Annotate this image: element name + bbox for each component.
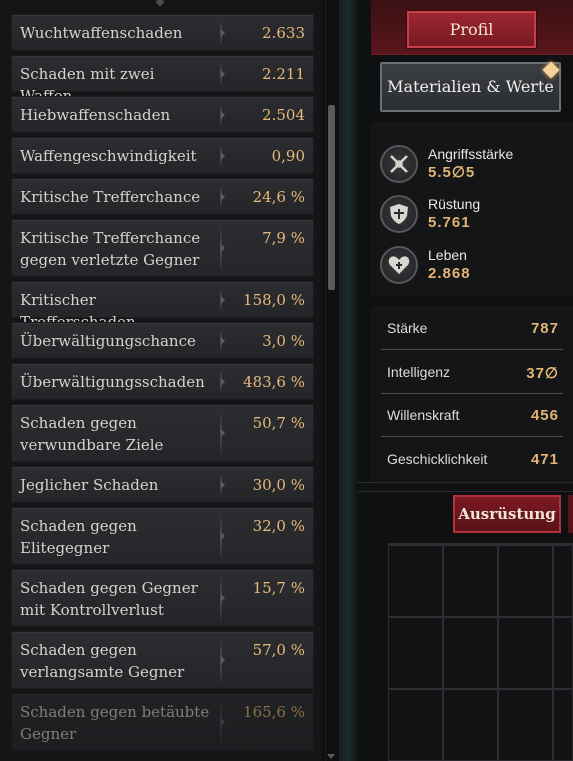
next-tab-edge[interactable] bbox=[568, 495, 573, 533]
stat-row[interactable]: Kritischer Trefferschaden158,0 % bbox=[11, 281, 314, 331]
core-stat-value: 787 bbox=[530, 320, 559, 337]
stat-row[interactable]: Überwältigungschance 3,0 % bbox=[11, 322, 314, 359]
attribute-name: Angriffsstärke bbox=[428, 146, 514, 162]
stat-row[interactable]: Schaden gegen verlangsamte Gegner 57,0 % bbox=[11, 631, 314, 689]
stat-value: 2.211 bbox=[262, 65, 305, 83]
stat-label: Schaden gegen Gegner mit Kontrollverlust bbox=[20, 579, 198, 619]
stat-value: 483,6 % bbox=[243, 373, 305, 391]
stat-row[interactable]: Schaden gegen betäubte Gegner 165,6 % bbox=[11, 693, 314, 751]
attribute-value: 5.5∅5 bbox=[428, 164, 476, 181]
stat-label: Hiebwaffenschaden bbox=[20, 106, 171, 124]
heart-icon bbox=[380, 246, 418, 284]
stat-list: Wuchtwaffenschaden 2.633 Schaden mit zwei… bbox=[11, 14, 316, 755]
stat-label: Überwältigungsschaden bbox=[20, 373, 205, 391]
core-stat-value: 471 bbox=[530, 451, 559, 468]
stat-row[interactable]: Schaden gegen verwundbare Ziele 50,7 % bbox=[11, 404, 314, 462]
stat-row[interactable]: Kritische Trefferchance 24,6 % bbox=[11, 178, 314, 215]
stat-value: 165,6 % bbox=[243, 703, 305, 721]
stat-row[interactable]: Hiebwaffenschaden 2.504 bbox=[11, 96, 314, 133]
core-stat-name: Geschicklichkeit bbox=[387, 451, 488, 467]
stat-label: Schaden gegen betäubte Gegner bbox=[20, 703, 210, 743]
core-stat-name: Intelligenz bbox=[387, 364, 451, 380]
core-stats: Stärke 787 Intelligenz 37∅ Willenskraft … bbox=[371, 306, 573, 484]
stat-value: 3,0 % bbox=[262, 332, 305, 350]
stat-label: Jeglicher Schaden bbox=[20, 476, 159, 494]
stat-row[interactable]: Schaden gegen Elitegegner 32,0 % bbox=[11, 507, 314, 565]
stat-label: Wuchtwaffenschaden bbox=[20, 24, 183, 42]
stat-value: 15,7 % bbox=[252, 579, 305, 597]
attribute-value: 5.761 bbox=[428, 214, 471, 231]
materials-and-stats-button[interactable]: Materialien & Werte bbox=[380, 62, 561, 112]
stat-value: 158,0 % bbox=[243, 291, 305, 309]
attribute-name: Leben bbox=[428, 247, 467, 263]
stat-value: 2.633 bbox=[262, 24, 305, 42]
crossed-swords-icon bbox=[380, 145, 418, 183]
profile-tab[interactable]: Profil bbox=[406, 10, 537, 49]
stat-value: 30,0 % bbox=[252, 476, 305, 494]
stat-row[interactable]: Schaden gegen Gegner mit Kontrollverlust… bbox=[11, 569, 314, 627]
stat-row[interactable]: Schaden mit zwei Waffen2.211 bbox=[11, 55, 314, 105]
stat-row[interactable]: Überwältigungsschaden 483,6 % bbox=[11, 363, 314, 400]
stat-row[interactable]: Waffengeschwindigkeit 0,90 bbox=[11, 137, 314, 174]
core-stat-name: Stärke bbox=[387, 320, 428, 336]
stat-row[interactable]: Wuchtwaffenschaden 2.633 bbox=[11, 14, 314, 51]
core-stat-name: Willenskraft bbox=[387, 407, 460, 423]
inventory-grid[interactable] bbox=[388, 543, 573, 761]
core-stat-value: 37∅ bbox=[526, 365, 559, 382]
scroll-down-arrow-icon[interactable] bbox=[327, 754, 335, 759]
stat-value: 0,90 bbox=[271, 147, 305, 165]
core-stat-intelligence[interactable]: Intelligenz 37∅ bbox=[371, 356, 573, 394]
stat-label: Waffengeschwindigkeit bbox=[20, 147, 197, 165]
core-stat-value: 456 bbox=[530, 407, 559, 424]
stat-row[interactable]: Jeglicher Schaden 30,0 % bbox=[11, 466, 314, 503]
stat-value: 2.504 bbox=[262, 106, 305, 124]
stats-panel: ◆ Wuchtwaffenschaden 2.633 Schaden mit zw… bbox=[0, 0, 322, 761]
scrollbar-thumb[interactable] bbox=[328, 105, 335, 290]
equipment-tab[interactable]: Ausrüstung bbox=[453, 495, 561, 533]
decorative-divider bbox=[357, 482, 573, 492]
stat-value: 24,6 % bbox=[252, 188, 305, 206]
attribute-name: Rüstung bbox=[428, 196, 481, 212]
stat-value: 7,9 % bbox=[262, 229, 305, 247]
core-stat-dexterity[interactable]: Geschicklichkeit 471 bbox=[371, 443, 573, 481]
stat-value: 50,7 % bbox=[252, 414, 305, 432]
stat-label: Kritische Trefferchance gegen verletzte … bbox=[20, 229, 201, 269]
stat-value: 32,0 % bbox=[252, 517, 305, 535]
stat-label: Schaden gegen verlangsamte Gegner bbox=[20, 641, 185, 681]
stat-label: Schaden gegen Elitegegner bbox=[20, 517, 137, 557]
scrollbar[interactable] bbox=[325, 0, 337, 761]
ornament-icon: ◆ bbox=[155, 0, 165, 8]
core-stat-strength[interactable]: Stärke 787 bbox=[371, 312, 573, 350]
decorative-border bbox=[339, 0, 357, 761]
attribute-value: 2.868 bbox=[428, 265, 471, 282]
stat-label: Schaden gegen verwundbare Ziele bbox=[20, 414, 164, 454]
stat-label: Kritische Trefferchance bbox=[20, 188, 201, 206]
stat-label: Überwältigungschance bbox=[20, 332, 196, 350]
shield-icon bbox=[380, 195, 418, 233]
stat-row[interactable]: Kritische Trefferchance gegen verletzte … bbox=[11, 219, 314, 277]
core-stat-willpower[interactable]: Willenskraft 456 bbox=[371, 399, 573, 437]
stat-value: 57,0 % bbox=[252, 641, 305, 659]
